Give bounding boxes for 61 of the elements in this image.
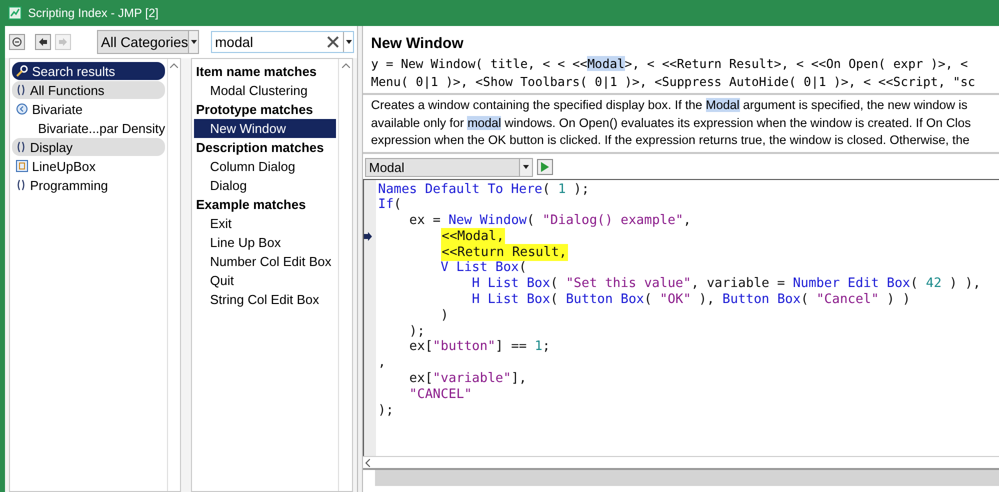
result-item[interactable]: Line Up Box [194, 233, 336, 252]
description-line: available only for modal windows. On Open() evaluates its expression when the window is created. If On Clos [370, 114, 972, 132]
prototype-line: Menu( 0|1 )>, <Show Toolbars( 0|1 )>, <Suppress AutoHide( 0|1 )>, < <<Script, "sc [370, 73, 976, 91]
category-dropdown[interactable]: All Categories [97, 30, 199, 54]
description-line: expression when the OK button is clicked. If the expression returns true, the window is closed. Otherwise, the [370, 132, 970, 149]
code-line: "CANCEL" [408, 386, 473, 403]
caret-icon [190, 40, 197, 44]
category-item[interactable]: Bivariate [12, 100, 166, 118]
result-item[interactable]: Quit [194, 271, 336, 290]
forward-arrow-icon [58, 37, 68, 47]
group-heading: Prototype matches [195, 101, 314, 119]
parentheses-icon [16, 84, 26, 96]
code-line: Names Default To Here( 1 ); [378, 182, 590, 198]
code-line: ); [408, 324, 426, 340]
code-line: H List Box( Button Box( "OK" ), Button Box( "Cancel" ) ) [470, 292, 912, 308]
parentheses-icon [16, 179, 26, 191]
code-line: ) [440, 308, 450, 324]
prototype-line: y = New Window( title, < < <<Modal>, < <<Return Result>, < <<On Open( expr )>, < [370, 55, 969, 73]
description-line: Creates a window containing the specified display box. If the Modal argument is specified, the new window is [370, 97, 968, 114]
result-item[interactable]: Column Dialog [194, 157, 336, 176]
group-heading: Item name matches [195, 63, 318, 81]
result-item[interactable]: New Window [194, 119, 336, 138]
result-item[interactable]: String Col Edit Box [194, 290, 336, 309]
back-arrow-icon [38, 37, 48, 47]
category-item[interactable]: LineUpBox [12, 157, 166, 175]
window-title: Scripting Index - JMP [2] [28, 6, 158, 20]
minus-circle-icon [12, 37, 22, 47]
caret-icon [523, 165, 529, 169]
parentheses-icon [16, 141, 26, 153]
category-item[interactable]: All Functions [12, 81, 166, 99]
category-item[interactable]: Display [12, 138, 166, 156]
scroll-up-icon[interactable] [170, 63, 178, 68]
code-line: ex = New Window( "Dialog() example", [408, 213, 692, 229]
scroll-up-icon[interactable] [342, 63, 350, 68]
code-line: ex["variable"], [408, 371, 528, 387]
circle-arrows-icon [16, 103, 28, 115]
code-line: ); [378, 402, 395, 418]
app-icon [8, 6, 22, 20]
result-item[interactable]: Number Col Edit Box [194, 252, 336, 271]
box-icon [16, 160, 28, 172]
search-icon [16, 65, 28, 77]
group-heading: Example matches [195, 196, 307, 214]
group-heading: Description matches [195, 139, 325, 157]
collapse-button[interactable] [9, 34, 25, 50]
result-item[interactable]: Dialog [194, 176, 336, 195]
result-item[interactable]: Exit [194, 214, 336, 233]
result-item[interactable]: Modal Clustering [194, 81, 336, 100]
back-button[interactable] [35, 34, 51, 50]
code-line: ex["button"] == 1; [408, 339, 552, 356]
code-line: If( [378, 197, 402, 214]
category-item[interactable]: Search results [12, 62, 166, 80]
code-line: V List Box( [440, 260, 528, 276]
code-line: H List Box( "Set this value", variable = Number Edit Box( 42 ) ), [470, 276, 982, 292]
run-button[interactable] [537, 159, 553, 175]
scroll-left-icon[interactable] [365, 458, 370, 466]
function-title: New Window [370, 34, 464, 54]
example-dropdown[interactable]: Modal [365, 158, 533, 176]
code-line: , [378, 355, 387, 372]
category-item[interactable]: Programming [12, 176, 166, 194]
category-item[interactable]: Bivariate...par Density [12, 119, 166, 137]
play-icon [540, 162, 550, 172]
